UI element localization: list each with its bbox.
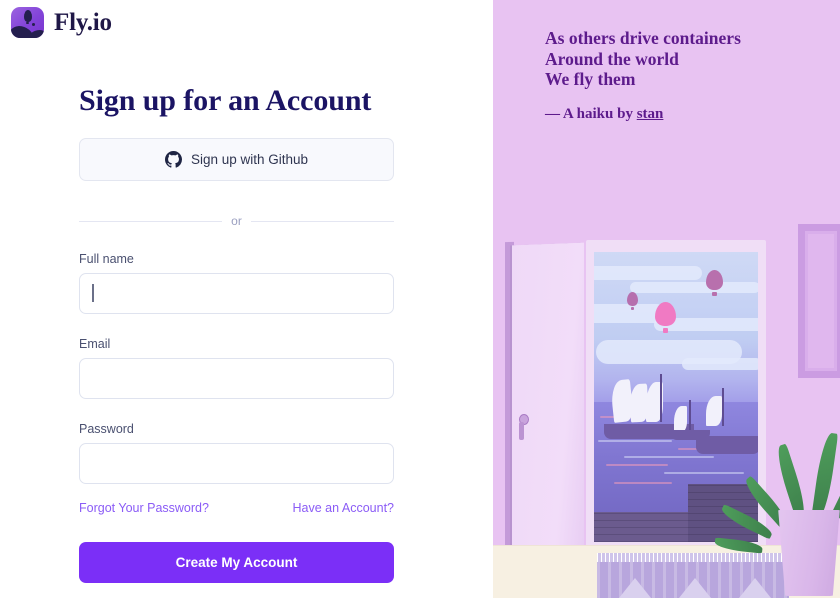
sailing-ship <box>696 388 758 458</box>
divider-rule-left <box>79 220 223 222</box>
haiku-attribution: — A haiku by stan <box>545 106 835 123</box>
email-input[interactable] <box>79 358 394 399</box>
signup-with-github-label: Sign up with Github <box>190 152 309 167</box>
password-label: Password <box>79 422 134 436</box>
haiku-author-link[interactable]: stan <box>637 106 664 122</box>
form-links: Forgot Your Password? Have an Account? <box>79 501 394 515</box>
open-door-harbor-illustration <box>493 222 840 598</box>
full-name-input[interactable] <box>79 273 394 314</box>
field-email: Email <box>79 337 394 399</box>
divider: or <box>79 214 395 228</box>
dock-low <box>594 512 694 542</box>
divider-rule-right <box>250 220 395 222</box>
haiku-attribution-prefix: — A haiku by <box>545 105 637 122</box>
field-password: Password <box>79 422 394 484</box>
forgot-password-link[interactable]: Forgot Your Password? <box>79 501 209 515</box>
have-an-account-link[interactable]: Have an Account? <box>293 501 394 515</box>
page-title: Sign up for an Account <box>79 84 372 117</box>
signup-page: Fly.io Sign up for an Account Sign up wi… <box>0 0 840 598</box>
open-door <box>512 242 584 562</box>
field-full-name: Full name <box>79 252 394 314</box>
marketing-panel: As others drive containers Around the wo… <box>493 0 840 598</box>
email-label: Email <box>79 337 111 351</box>
doorway-view <box>594 252 758 542</box>
github-icon <box>164 151 182 168</box>
picture-frame <box>798 224 840 378</box>
balloon-logo-icon <box>11 7 44 38</box>
hot-air-balloon-icon <box>706 270 723 296</box>
full-name-label: Full name <box>79 252 134 266</box>
potted-plant <box>714 408 840 598</box>
divider-label: or <box>231 214 242 228</box>
create-my-account-button[interactable]: Create My Account <box>79 542 394 583</box>
haiku-block: As others drive containers Around the wo… <box>545 28 835 123</box>
door-knob-stem <box>519 422 524 440</box>
signup-panel: Fly.io Sign up for an Account Sign up wi… <box>0 0 493 598</box>
brand-logo[interactable]: Fly.io <box>11 7 112 38</box>
haiku-line-3: We fly them <box>545 69 636 89</box>
haiku-line-1: As others drive containers <box>545 28 741 48</box>
hot-air-balloon-icon <box>627 292 638 310</box>
password-input[interactable] <box>79 443 394 484</box>
plant-pot <box>778 510 840 596</box>
signup-with-github-button[interactable]: Sign up with Github <box>79 138 394 181</box>
signup-form: Sign up with Github or Full name Email P… <box>79 138 395 583</box>
text-caret <box>92 284 94 302</box>
haiku-line-2: Around the world <box>545 48 679 69</box>
hot-air-balloon-icon <box>655 302 676 333</box>
brand-name: Fly.io <box>54 8 112 36</box>
